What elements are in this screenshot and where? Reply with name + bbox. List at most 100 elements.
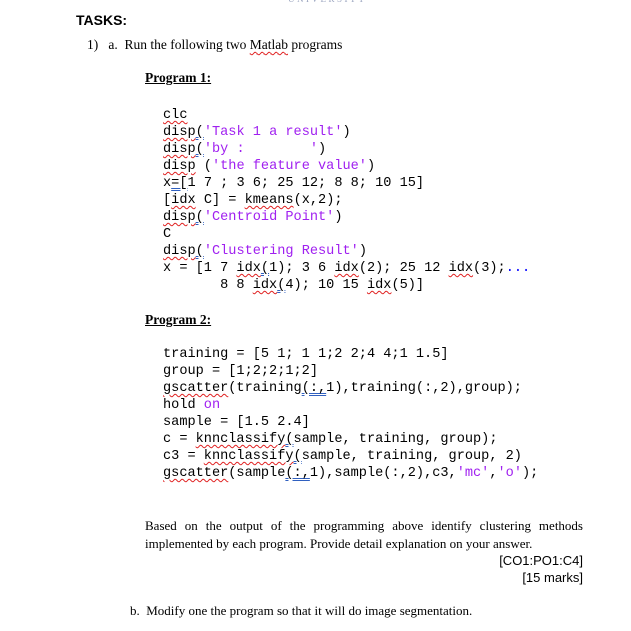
- code-token: );: [522, 466, 539, 481]
- string-literal: 'mc': [456, 466, 490, 481]
- code-token: sample, training, group);: [293, 432, 498, 447]
- code-token: (sample: [228, 466, 286, 481]
- code-token: group = [1;2;2;1;2]: [163, 364, 318, 379]
- flagged-token: clc: [163, 108, 188, 123]
- code-token: [: [163, 193, 172, 208]
- string-literal: 'Centroid Point': [203, 210, 335, 225]
- code-token: sample, training, group, 2): [301, 449, 522, 464]
- code-token: training = [5 1; 1 1;2 2;4 4;1 1.5]: [163, 347, 449, 362]
- program-1-code: clc disp('Task 1 a result') disp('by : ') d…: [163, 107, 530, 294]
- code-token: ): [318, 142, 327, 157]
- section-title: TASKS:: [76, 12, 128, 28]
- flagged-word: Matlab: [249, 37, 288, 52]
- instruction-text-end: programs: [288, 37, 343, 52]
- program-1-code-line: disp('Centroid Point'): [163, 209, 530, 226]
- flagged-token: disp: [163, 125, 196, 140]
- flagged-token: kmeans: [244, 193, 294, 208]
- code-token: 1); 3 6: [269, 261, 335, 276]
- program-2-code-line: hold on: [163, 397, 538, 414]
- marks-label: [15 marks]: [522, 570, 583, 585]
- question-line-1: Based on the output of the programming a…: [145, 518, 583, 533]
- code-token: (: [293, 449, 302, 464]
- program-1-code-line: 8 8 idx(4); 10 15 idx(5)]: [163, 277, 530, 294]
- question-line-2: implemented by each program. Provide det…: [145, 536, 533, 551]
- program-2-code-line: c = knnclassify(sample, training, group)…: [163, 431, 538, 448]
- program-1-code-line: x=[1 7 ; 3 6; 25 12; 8 8; 10 15]: [163, 175, 530, 192]
- flagged-token: idx: [334, 261, 359, 276]
- program-2-code-line: gscatter(training(:,1),training(:,2),gro…: [163, 380, 538, 397]
- code-token: ): [366, 159, 376, 174]
- string-literal: 'the feature value': [211, 159, 367, 174]
- program-2-code-line: c3 = knnclassify(sample, training, group…: [163, 448, 538, 465]
- flagged-token: gscatter: [163, 381, 229, 396]
- program-2-code-line: training = [5 1; 1 1;2 2;4 4;1 1.5]: [163, 346, 538, 363]
- flagged-token: disp: [163, 142, 196, 157]
- flagged-token: idx: [236, 261, 261, 276]
- code-token: (: [195, 244, 204, 259]
- code-token: ): [334, 210, 343, 225]
- code-token: =[: [171, 176, 188, 191]
- code-token: ): [342, 125, 351, 140]
- part-b-text: Modify one the program so that it will d…: [146, 603, 473, 618]
- program-2-code: training = [5 1; 1 1;2 2;4 4;1 1.5] group…: [163, 346, 538, 482]
- code-token: (: [195, 210, 204, 225]
- instruction-text: Run the following two: [124, 37, 250, 52]
- code-token: x = [1 7: [163, 261, 237, 276]
- program-1-code-line: [idx C] = kmeans(x,2);: [163, 192, 530, 209]
- string-literal: 'o': [497, 466, 522, 481]
- code-token: (5)]: [391, 278, 425, 293]
- flagged-token: gscatter: [163, 466, 229, 481]
- flagged-token: disp: [163, 210, 196, 225]
- code-token: (:,: [285, 466, 310, 481]
- code-token: c =: [163, 432, 196, 447]
- program-2-code-line: group = [1;2;2;1;2]: [163, 363, 538, 380]
- task-1a-instruction: 1) a. Run the following two Matlab progr…: [87, 37, 342, 53]
- program-1-code-line: disp('Clustering Result'): [163, 243, 530, 260]
- code-token: hold: [163, 398, 204, 413]
- code-token: (: [195, 142, 204, 157]
- program-1-code-line: C: [163, 226, 530, 243]
- flagged-token: idx: [252, 278, 278, 293]
- code-token: (2); 25 12: [358, 261, 449, 276]
- code-token: (3);: [473, 261, 506, 276]
- program-2-heading: Program 2:: [145, 312, 212, 327]
- part-b-instruction: b. Modify one the program so that it wil…: [130, 603, 472, 619]
- program-1-code-line: disp('Task 1 a result'): [163, 124, 530, 141]
- code-token: c3 =: [163, 449, 204, 464]
- flagged-token: disp: [163, 244, 196, 259]
- string-literal: 'by : ': [203, 142, 319, 157]
- code-token: ...: [505, 261, 531, 276]
- program-1-code-line: disp('by : '): [163, 141, 530, 158]
- code-token: 4); 10 15: [285, 278, 367, 293]
- code-token: (: [195, 159, 212, 174]
- flagged-token: idx: [366, 278, 392, 293]
- code-token: (: [285, 432, 294, 447]
- university-header-label: UNIVERSITY: [288, 0, 367, 4]
- code-token: sample = [1.5 2.4]: [163, 415, 310, 430]
- code-token: (: [195, 125, 204, 140]
- part-a-label: a.: [108, 37, 118, 52]
- question-paragraph: Based on the output of the programming a…: [145, 517, 583, 553]
- code-token: C: [163, 227, 172, 242]
- flagged-token: idx: [171, 193, 196, 208]
- flagged-token: knnclassify: [203, 449, 294, 464]
- flagged-token: knnclassify: [195, 432, 286, 447]
- code-token: (: [260, 261, 270, 276]
- code-token: 1),training(:,2),group);: [326, 381, 522, 396]
- program-1-code-line: clc: [163, 107, 530, 124]
- code-token: ): [358, 244, 367, 259]
- code-token: 1 7 ; 3 6; 25 12; 8 8; 10 15]: [187, 176, 425, 191]
- string-literal: 'Clustering Result': [203, 244, 359, 259]
- code-token: on: [203, 398, 221, 413]
- string-literal: 'Task 1 a result': [203, 125, 343, 140]
- code-token: 1),sample(:,2),c3,: [309, 466, 457, 481]
- program-1-heading: Program 1:: [145, 70, 212, 85]
- flagged-token: disp: [163, 159, 196, 174]
- program-2-code-line: sample = [1.5 2.4]: [163, 414, 538, 431]
- program-2-code-line: gscatter(sample(:,1),sample(:,2),c3,'mc'…: [163, 465, 538, 482]
- code-token: (training: [228, 381, 302, 396]
- program-1-code-line: x = [1 7 idx(1); 3 6 idx(2); 25 12 idx(3…: [163, 260, 530, 277]
- program-1-code-line: disp ('the feature value'): [163, 158, 530, 175]
- code-token: 8 8: [163, 278, 253, 293]
- code-token: (:,: [301, 381, 327, 396]
